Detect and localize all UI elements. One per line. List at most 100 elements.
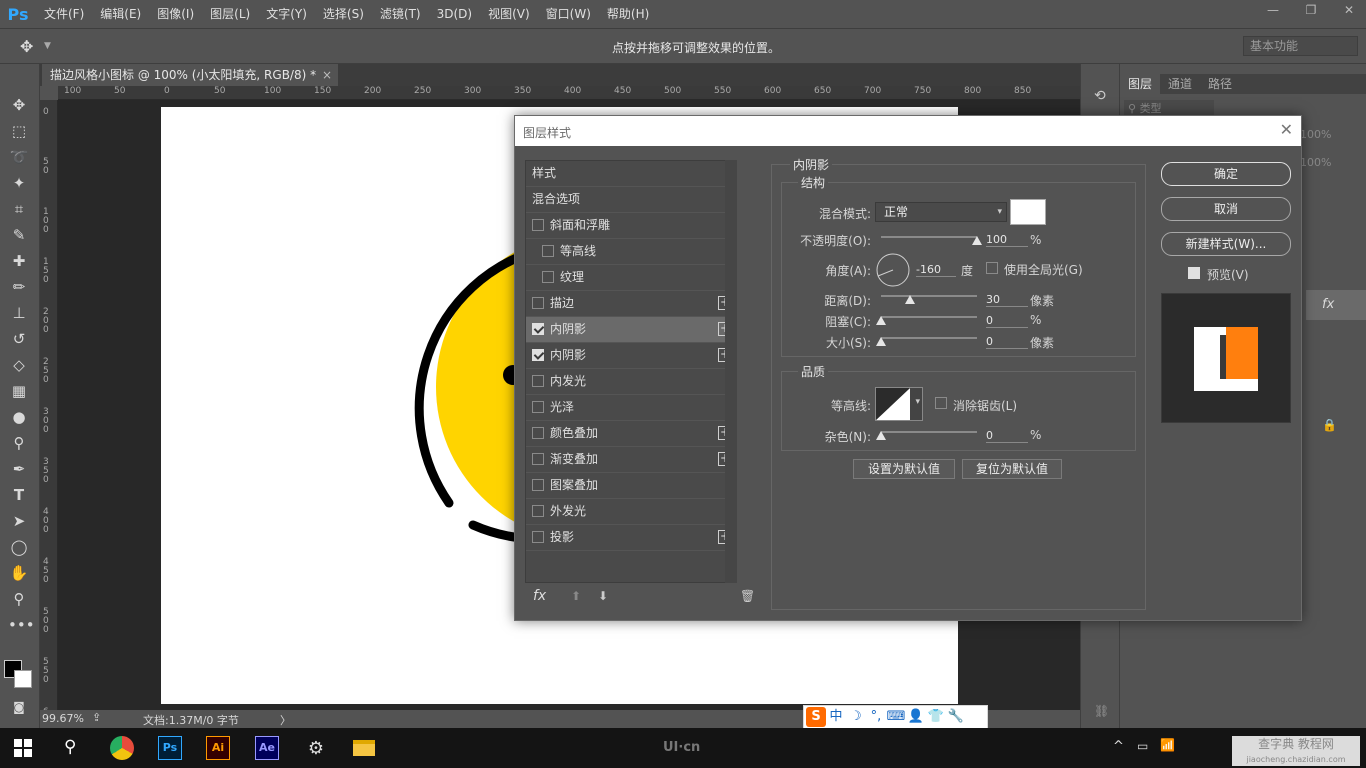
magic-wand-icon[interactable]: ✦	[8, 172, 30, 194]
file-explorer-icon[interactable]	[348, 732, 380, 764]
gradient-tool-icon[interactable]: ▦	[8, 380, 30, 402]
zoom-level[interactable]: 99.67%	[42, 712, 84, 725]
distance-value[interactable]: 30	[986, 293, 1028, 307]
zoom-tool-icon[interactable]: ⚲	[8, 588, 30, 610]
punctuation-icon[interactable]: °,	[866, 707, 886, 727]
menu-file[interactable]: 文件(F)	[36, 0, 92, 28]
tray-keyboard-icon[interactable]: ▭	[1137, 739, 1148, 753]
style-checkbox[interactable]	[532, 297, 544, 309]
after-effects-taskbar-icon[interactable]: Ae	[251, 732, 283, 764]
status-arrow-icon[interactable]: 〉	[280, 712, 291, 728]
search-icon[interactable]: ⚲	[64, 737, 76, 757]
style-list-item[interactable]: 颜色叠加+	[526, 421, 736, 447]
tray-up-icon[interactable]: ^	[1113, 739, 1124, 754]
size-slider-handle[interactable]	[876, 337, 886, 346]
style-checkbox[interactable]	[532, 531, 544, 543]
menu-window[interactable]: 窗口(W)	[538, 0, 599, 28]
workspace-select[interactable]: 基本功能	[1243, 36, 1358, 56]
link-icon[interactable]: ⛓	[1094, 704, 1109, 718]
style-list-item[interactable]: 样式	[526, 161, 736, 187]
style-list-scrollbar[interactable]	[725, 160, 737, 583]
media-app-icon[interactable]: ⚙	[300, 732, 332, 764]
tab-channels[interactable]: 通道	[1160, 74, 1200, 94]
share-icon[interactable]: ⇪	[92, 711, 101, 724]
reset-default-button[interactable]: 复位为默认值	[962, 459, 1062, 479]
cancel-button[interactable]: 取消	[1161, 197, 1291, 221]
brush-tool-icon[interactable]: ✏	[8, 276, 30, 298]
menu-select[interactable]: 选择(S)	[315, 0, 372, 28]
layer-fill[interactable]: 100%	[1300, 156, 1331, 169]
angle-value[interactable]: -160	[916, 263, 956, 277]
tab-paths[interactable]: 路径	[1200, 74, 1240, 94]
move-down-icon[interactable]: ⬇	[598, 589, 608, 603]
crop-tool-icon[interactable]: ⌗	[8, 198, 30, 220]
ellipse-tool-icon[interactable]: ◯	[8, 536, 30, 558]
choke-slider[interactable]	[881, 316, 977, 318]
style-checkbox[interactable]	[532, 349, 544, 361]
style-checkbox[interactable]	[542, 271, 554, 283]
history-brush-icon[interactable]: ↺	[8, 328, 30, 350]
noise-slider[interactable]	[881, 431, 977, 433]
choke-value[interactable]: 0	[986, 314, 1028, 328]
style-list-item[interactable]: 外发光	[526, 499, 736, 525]
contour-picker[interactable]: ▾	[875, 387, 923, 421]
style-checkbox[interactable]	[542, 245, 554, 257]
path-select-icon[interactable]: ➤	[8, 510, 30, 532]
background-color-swatch[interactable]	[14, 670, 32, 688]
menu-filter[interactable]: 滤镜(T)	[372, 0, 429, 28]
style-list-item[interactable]: 混合选项	[526, 187, 736, 213]
chrome-icon[interactable]	[106, 732, 138, 764]
close-button[interactable]: ✕	[1332, 0, 1366, 20]
ok-button[interactable]: 确定	[1161, 162, 1291, 186]
delete-effect-icon[interactable]: 🗑	[740, 589, 755, 603]
noise-value[interactable]: 0	[986, 429, 1028, 443]
quick-mask-icon[interactable]: ◙	[8, 696, 30, 718]
style-list-item[interactable]: 渐变叠加+	[526, 447, 736, 473]
minimize-button[interactable]: —	[1256, 0, 1290, 20]
history-panel-icon[interactable]: ⟲	[1094, 88, 1106, 104]
style-list-item[interactable]: 纹理	[526, 265, 736, 291]
style-list-item[interactable]: 斜面和浮雕	[526, 213, 736, 239]
tab-close-icon[interactable]: ×	[322, 64, 332, 86]
new-style-button[interactable]: 新建样式(W)...	[1161, 232, 1291, 256]
menu-view[interactable]: 视图(V)	[480, 0, 538, 28]
style-checkbox[interactable]	[532, 427, 544, 439]
stamp-tool-icon[interactable]: ⊥	[8, 302, 30, 324]
style-list-item[interactable]: 内阴影+	[526, 317, 736, 343]
menu-3d[interactable]: 3D(D)	[429, 0, 480, 28]
shadow-color-swatch[interactable]	[1010, 199, 1046, 225]
blur-tool-icon[interactable]: ●	[8, 406, 30, 428]
distance-slider-handle[interactable]	[904, 295, 915, 304]
style-list-item[interactable]: 等高线	[526, 239, 736, 265]
anti-alias-checkbox[interactable]	[935, 397, 947, 409]
network-icon[interactable]: 📶	[1160, 738, 1175, 752]
menu-help[interactable]: 帮助(H)	[599, 0, 657, 28]
keyboard-icon[interactable]: ⌨	[886, 707, 906, 727]
opacity-slider[interactable]	[881, 236, 977, 238]
photoshop-taskbar-icon[interactable]: Ps	[154, 732, 186, 764]
ime-chinese-mode[interactable]: 中	[826, 707, 846, 727]
style-list-item[interactable]: 图案叠加	[526, 473, 736, 499]
tab-layers[interactable]: 图层	[1120, 74, 1161, 94]
lock-icon[interactable]: 🔒	[1322, 418, 1337, 432]
dialog-close-icon[interactable]: ✕	[1280, 120, 1293, 139]
more-tools-icon[interactable]: •••	[8, 614, 35, 636]
preview-checkbox[interactable]	[1188, 267, 1200, 279]
layer-effects-row[interactable]: fx	[1306, 290, 1366, 320]
style-list-item[interactable]: 内阴影+	[526, 343, 736, 369]
moon-icon[interactable]: ☽	[846, 707, 866, 727]
style-checkbox[interactable]	[532, 323, 544, 335]
layer-opacity[interactable]: 100%	[1300, 128, 1331, 141]
menu-edit[interactable]: 编辑(E)	[92, 0, 149, 28]
marquee-tool-icon[interactable]: ⬚	[8, 120, 30, 142]
opacity-value[interactable]: 100	[986, 233, 1028, 247]
eraser-tool-icon[interactable]: ◇	[8, 354, 30, 376]
user-icon[interactable]: 👤	[906, 707, 926, 727]
size-value[interactable]: 0	[986, 335, 1028, 349]
make-default-button[interactable]: 设置为默认值	[853, 459, 955, 479]
healing-brush-icon[interactable]: ✚	[8, 250, 30, 272]
wrench-icon[interactable]: 🔧	[946, 707, 966, 727]
style-list-item[interactable]: 描边+	[526, 291, 736, 317]
move-tool-icon[interactable]: ✥	[20, 37, 33, 56]
lasso-tool-icon[interactable]: ➰	[8, 146, 30, 168]
